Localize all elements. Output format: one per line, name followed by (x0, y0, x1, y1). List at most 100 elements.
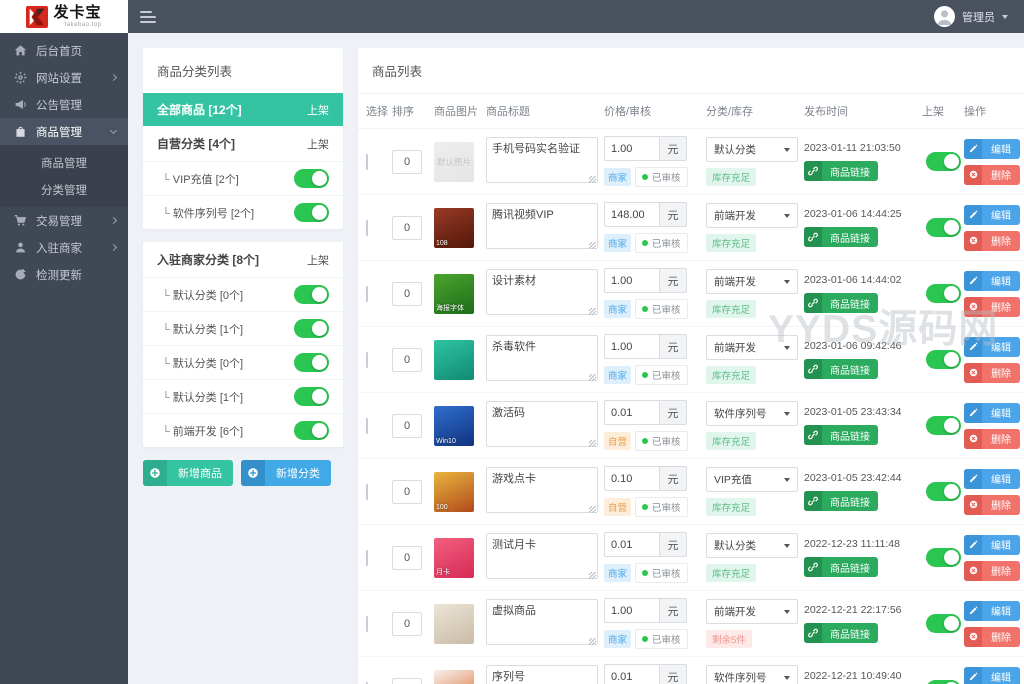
shelf-toggle[interactable] (925, 680, 961, 684)
sort-input[interactable] (392, 611, 422, 636)
edit-button[interactable]: 编辑 (964, 534, 1020, 555)
brand-logo[interactable]: 发卡宝 fakebao.top (0, 0, 128, 33)
category-select[interactable]: 默认分类 (706, 137, 798, 162)
product-title-input[interactable]: 测试月卡 (486, 533, 598, 579)
category-toggle[interactable] (294, 169, 329, 188)
sidebar-item-announce[interactable]: 公告管理 (0, 91, 128, 118)
shelf-toggle[interactable] (925, 152, 961, 171)
product-link-button[interactable]: 商品链接 (804, 293, 878, 313)
category-select[interactable]: 默认分类 (706, 533, 798, 558)
edit-button[interactable]: 编辑 (964, 600, 1020, 621)
category-select[interactable]: 前端开发 (706, 599, 798, 624)
add-product-button[interactable]: 新增商品 (143, 460, 233, 486)
row-checkbox[interactable] (366, 615, 368, 632)
product-title-input[interactable]: 游戏点卡 (486, 467, 598, 513)
price-input[interactable] (604, 466, 659, 491)
product-title-input[interactable]: 杀毒软件 (486, 335, 598, 381)
edit-button[interactable]: 编辑 (964, 402, 1020, 423)
category-select[interactable]: 前端开发 (706, 335, 798, 360)
row-checkbox[interactable] (366, 219, 368, 236)
sidebar-item-home[interactable]: 后台首页 (0, 37, 128, 64)
edit-button[interactable]: 编辑 (964, 336, 1020, 357)
product-title-input[interactable]: 虚拟商品 (486, 599, 598, 645)
product-link-button[interactable]: 商品链接 (804, 557, 878, 577)
product-title-input[interactable]: 激活码 (486, 401, 598, 447)
sort-input[interactable] (392, 281, 422, 306)
price-input[interactable] (604, 598, 659, 623)
price-input[interactable] (604, 400, 659, 425)
category-toggle[interactable] (294, 353, 329, 372)
product-link-button[interactable]: 商品链接 (804, 227, 878, 247)
shelf-toggle[interactable] (925, 284, 961, 303)
category-child-item[interactable]: └ VIP充值 [2个] (143, 161, 343, 195)
edit-button[interactable]: 编辑 (964, 204, 1020, 225)
sidebar-item-bag[interactable]: 商品管理 (0, 118, 128, 145)
delete-button[interactable]: 删除 (964, 428, 1020, 449)
shelf-toggle[interactable] (925, 416, 961, 435)
price-input[interactable] (604, 202, 659, 227)
product-title-input[interactable]: 设计素材 (486, 269, 598, 315)
category-select[interactable]: 前端开发 (706, 269, 798, 294)
delete-button[interactable]: 删除 (964, 362, 1020, 383)
row-checkbox[interactable] (366, 351, 368, 368)
delete-button[interactable]: 删除 (964, 494, 1020, 515)
category-toggle[interactable] (294, 319, 329, 338)
edit-button[interactable]: 编辑 (964, 138, 1020, 159)
product-link-button[interactable]: 商品链接 (804, 359, 878, 379)
price-input[interactable] (604, 664, 659, 684)
category-select[interactable]: 软件序列号 (706, 665, 798, 684)
sidebar-item-user[interactable]: 入驻商家 (0, 234, 128, 261)
sort-input[interactable] (392, 149, 422, 174)
delete-button[interactable]: 删除 (964, 230, 1020, 251)
sidebar-item-gear[interactable]: 网站设置 (0, 64, 128, 91)
price-input[interactable] (604, 532, 659, 557)
product-link-button[interactable]: 商品链接 (804, 623, 878, 643)
row-checkbox[interactable] (366, 417, 368, 434)
delete-button[interactable]: 删除 (964, 560, 1020, 581)
category-child-item[interactable]: └ 默认分类 [0个] (143, 345, 343, 379)
category-select[interactable]: 软件序列号 (706, 401, 798, 426)
product-link-button[interactable]: 商品链接 (804, 425, 878, 445)
sidebar-item-cart[interactable]: 交易管理 (0, 207, 128, 234)
sidebar-item-refresh[interactable]: 检测更新 (0, 261, 128, 288)
category-child-item[interactable]: └ 默认分类 [0个] (143, 277, 343, 311)
category-group-header[interactable]: 自营分类 [4个] 上架 (143, 126, 343, 161)
sidebar-subitem[interactable]: 商品管理 (0, 149, 128, 176)
sort-input[interactable] (392, 347, 422, 372)
add-category-button[interactable]: 新增分类 (241, 460, 331, 486)
category-select[interactable]: VIP充值 (706, 467, 798, 492)
price-input[interactable] (604, 136, 659, 161)
delete-button[interactable]: 删除 (964, 164, 1020, 185)
sort-input[interactable] (392, 677, 422, 684)
category-child-item[interactable]: └ 默认分类 [1个] (143, 379, 343, 413)
row-checkbox[interactable] (366, 549, 368, 566)
product-title-input[interactable]: 序列号 (486, 665, 598, 684)
price-input[interactable] (604, 334, 659, 359)
category-group-header[interactable]: 入驻商家分类 [8个] 上架 (143, 242, 343, 277)
price-input[interactable] (604, 268, 659, 293)
row-checkbox[interactable] (366, 483, 368, 500)
delete-button[interactable]: 删除 (964, 296, 1020, 317)
sort-input[interactable] (392, 413, 422, 438)
delete-button[interactable]: 删除 (964, 626, 1020, 647)
category-toggle[interactable] (294, 203, 329, 222)
sort-input[interactable] (392, 215, 422, 240)
product-title-input[interactable]: 腾讯视频VIP (486, 203, 598, 249)
shelf-toggle[interactable] (925, 548, 961, 567)
sort-input[interactable] (392, 479, 422, 504)
edit-button[interactable]: 编辑 (964, 270, 1020, 291)
category-child-item[interactable]: └ 默认分类 [1个] (143, 311, 343, 345)
category-toggle[interactable] (294, 387, 329, 406)
shelf-toggle[interactable] (925, 482, 961, 501)
category-child-item[interactable]: └ 软件序列号 [2个] (143, 195, 343, 229)
category-select[interactable]: 前端开发 (706, 203, 798, 228)
sort-input[interactable] (392, 545, 422, 570)
shelf-toggle[interactable] (925, 614, 961, 633)
edit-button[interactable]: 编辑 (964, 468, 1020, 489)
row-checkbox[interactable] (366, 153, 368, 170)
shelf-toggle[interactable] (925, 350, 961, 369)
product-title-input[interactable]: 手机号码实名验证 (486, 137, 598, 183)
sidebar-subitem[interactable]: 分类管理 (0, 176, 128, 203)
category-child-item[interactable]: └ 前端开发 [6个] (143, 413, 343, 447)
product-link-button[interactable]: 商品链接 (804, 491, 878, 511)
